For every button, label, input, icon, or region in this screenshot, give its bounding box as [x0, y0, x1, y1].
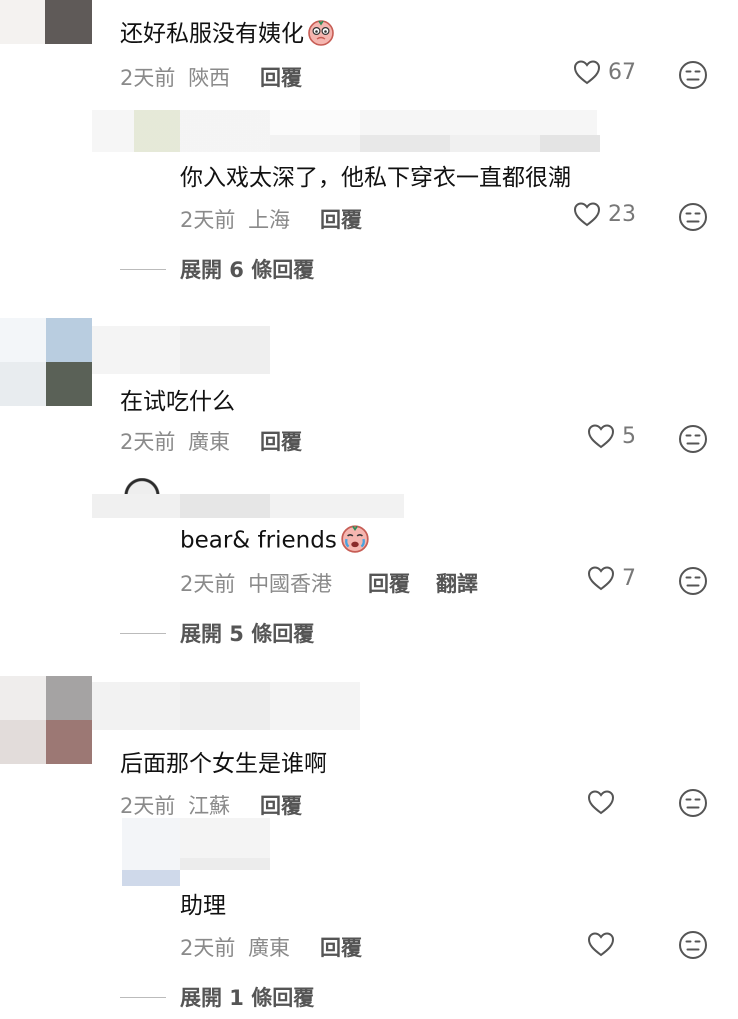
heart-outline-icon [586, 788, 616, 816]
reply-button[interactable]: 回覆 [320, 932, 362, 962]
neutral-face-icon[interactable] [678, 566, 708, 596]
reply-button[interactable]: 回覆 [320, 204, 362, 234]
reply-location: 廣東 [248, 936, 291, 960]
neutral-face-icon[interactable] [678, 930, 708, 960]
like-button[interactable]: 7 [586, 564, 636, 592]
expand-replies-label: 展開 1 條回覆 [180, 986, 315, 1010]
like-count: 23 [608, 201, 636, 227]
heart-outline-icon [572, 200, 602, 228]
comment-text: 后面那个女生是谁啊 [120, 751, 327, 777]
neutral-face-icon[interactable] [678, 788, 708, 818]
comment-location: 陝西 [188, 66, 231, 90]
expand-replies-button[interactable]: 展開 1 條回覆 [120, 982, 314, 1012]
like-button[interactable]: 5 [586, 422, 636, 450]
reply-meta: 2天前 中國香港 [180, 568, 332, 598]
reply-time: 2天前 [180, 572, 236, 596]
reply-time: 2天前 [180, 208, 236, 232]
comment-location: 江蘇 [188, 794, 231, 818]
like-count: 5 [622, 423, 636, 449]
neutral-face-icon[interactable] [678, 424, 708, 454]
neutral-face-icon[interactable] [678, 202, 708, 232]
like-count: 7 [622, 565, 636, 591]
redacted-avatar [46, 676, 92, 720]
reply-button[interactable]: 回覆 [260, 62, 302, 92]
reply-text: 你入戏太深了，他私下穿衣一直都很潮 [180, 165, 571, 191]
redacted-username [180, 818, 270, 870]
comment-text: 还好私服没有姨化 [120, 14, 336, 53]
crying-face-sticker [306, 17, 336, 53]
expand-replies-button[interactable]: 展開 6 條回覆 [120, 254, 314, 284]
comment-time: 2天前 [120, 430, 176, 454]
expand-replies-label: 展開 6 條回覆 [180, 258, 315, 282]
comment-text: 在试吃什么 [120, 389, 235, 415]
divider [120, 632, 166, 634]
translate-button[interactable]: 翻譯 [436, 568, 478, 598]
comment-time: 2天前 [120, 66, 176, 90]
reply-time: 2天前 [180, 936, 236, 960]
redacted-avatar [46, 720, 92, 764]
redacted-avatar [122, 818, 180, 886]
reply-meta: 2天前 廣東 [180, 932, 290, 962]
reply-text: 助理 [180, 893, 226, 919]
redacted-username [92, 326, 270, 374]
like-button[interactable]: 23 [572, 200, 636, 228]
redacted-avatar [0, 0, 92, 44]
comment-location: 廣東 [188, 430, 231, 454]
like-button[interactable] [586, 788, 622, 816]
crying-face-sticker [339, 522, 371, 560]
heart-outline-icon [586, 422, 616, 450]
reply-button[interactable]: 回覆 [368, 568, 410, 598]
comment-time: 2天前 [120, 794, 176, 818]
neutral-face-icon[interactable] [678, 60, 708, 90]
comment-meta: 2天前 江蘇 [120, 790, 230, 820]
heart-outline-icon [572, 58, 602, 86]
reply-location: 中國香港 [248, 572, 333, 596]
reply-button[interactable]: 回覆 [260, 426, 302, 456]
heart-outline-icon [586, 564, 616, 592]
heart-outline-icon [586, 930, 616, 958]
like-button[interactable]: 67 [572, 58, 636, 86]
expand-replies-label: 展開 5 條回覆 [180, 622, 315, 646]
divider [120, 996, 166, 998]
redacted-username [270, 135, 600, 152]
redacted-avatar [46, 318, 92, 362]
redacted-avatar [46, 362, 92, 406]
comment-meta: 2天前 廣東 [120, 426, 230, 456]
reply-button[interactable]: 回覆 [260, 790, 302, 820]
redacted-username [92, 494, 404, 518]
reply-meta: 2天前 上海 [180, 204, 290, 234]
like-button[interactable] [586, 930, 622, 958]
divider [120, 268, 166, 270]
reply-location: 上海 [248, 208, 291, 232]
redacted-username [92, 682, 360, 730]
like-count: 67 [608, 59, 636, 85]
reply-text: bear& friends [180, 522, 371, 560]
comment-meta: 2天前 陝西 [120, 62, 230, 92]
expand-replies-button[interactable]: 展開 5 條回覆 [120, 618, 314, 648]
